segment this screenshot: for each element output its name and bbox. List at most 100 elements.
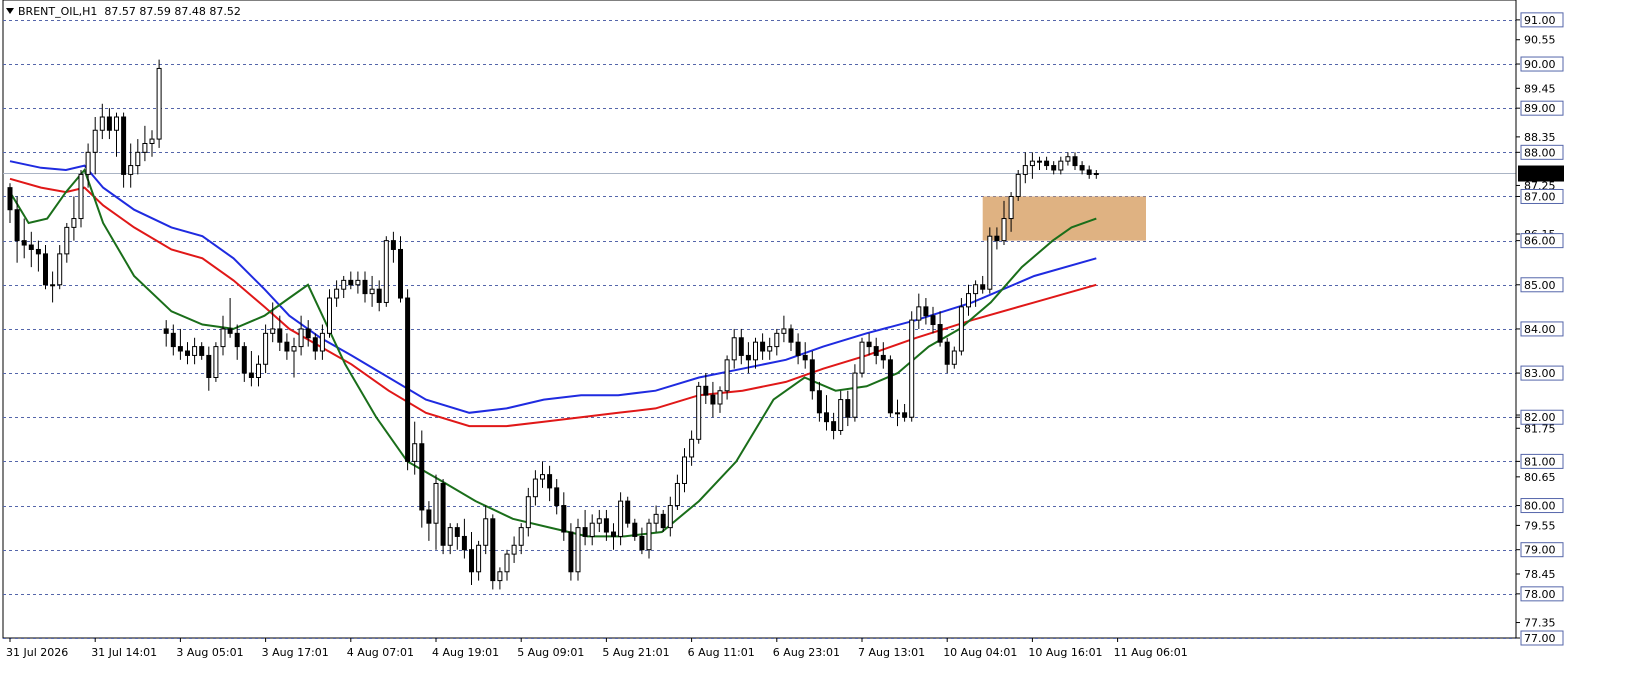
price-chart[interactable]: 91.0090.5590.0089.4589.0088.3588.0087.25… [0, 0, 1626, 686]
candle-body [639, 535, 645, 551]
candle-body [916, 306, 922, 321]
candle-body [603, 518, 609, 533]
candle-body [980, 284, 986, 290]
candle [625, 496, 631, 528]
candle-body [192, 346, 198, 356]
price-tick-label: 78.45 [1524, 568, 1556, 581]
candle [405, 289, 411, 471]
time-tick-label: 3 Aug 05:01 [176, 646, 243, 659]
candle-body [383, 240, 389, 303]
dropdown-arrow-icon[interactable] [6, 8, 14, 14]
candle-body [163, 328, 169, 334]
candle-body [319, 332, 325, 352]
candle-body [419, 443, 425, 511]
candle-body [64, 226, 70, 255]
price-tick-label: 77.35 [1524, 617, 1556, 630]
candle-body [966, 293, 971, 308]
price-tick-label: 88.00 [1524, 146, 1556, 159]
candle-body [831, 421, 837, 431]
candle [852, 364, 858, 422]
candle-body [852, 372, 858, 418]
candle-body [667, 505, 673, 529]
candle-body [1051, 165, 1057, 171]
candle-body [1044, 160, 1050, 167]
candle-body [170, 332, 176, 348]
candle-body [1037, 160, 1042, 163]
price-tick-label: 80.65 [1524, 471, 1556, 484]
time-tick-label: 10 Aug 04:01 [943, 646, 1017, 659]
time-tick-label: 11 Aug 06:01 [1114, 646, 1188, 659]
candle-body [220, 328, 226, 348]
candle-body [14, 209, 20, 242]
candle-body [78, 173, 84, 220]
candle-body [859, 341, 865, 374]
candle-body [440, 482, 446, 546]
candle-body [135, 151, 141, 167]
candle-body [433, 482, 439, 524]
candle-body [461, 535, 467, 551]
candle-body [426, 509, 432, 524]
price-tick-label: 85.00 [1524, 279, 1556, 292]
candle-body [263, 332, 269, 365]
candle-body [348, 279, 354, 286]
candle-body [511, 544, 517, 555]
candle-body [795, 341, 801, 356]
price-tick-label: 89.45 [1524, 82, 1556, 95]
candle-body [334, 288, 340, 299]
candle [213, 342, 219, 382]
candle-body [937, 324, 943, 343]
candle-body [724, 359, 730, 392]
candle-body [774, 332, 780, 348]
candle-body [454, 527, 460, 537]
price-tick-label: 81.75 [1524, 422, 1556, 435]
candle-body [646, 522, 652, 551]
chart-root: BRENT_OIL,H1 87.57 87.59 87.48 87.52 91.… [0, 0, 1626, 686]
chart-header: BRENT_OIL,H1 87.57 87.59 87.48 87.52 [6, 5, 241, 18]
candle-body [532, 478, 538, 498]
candle-body [256, 363, 261, 379]
candle-body [809, 359, 815, 392]
candle-body [497, 571, 503, 582]
candle-body [291, 346, 297, 352]
candle-body [873, 346, 879, 356]
candle [696, 381, 702, 444]
candle-body [1008, 195, 1014, 220]
candle-body [909, 319, 915, 418]
candle-body [689, 438, 695, 458]
candle-body [376, 288, 382, 303]
candle-body [476, 544, 482, 573]
candle [575, 518, 581, 581]
time-tick-label: 7 Aug 13:01 [858, 646, 925, 659]
price-tick-label: 83.00 [1524, 367, 1556, 380]
candle-body [696, 385, 702, 440]
candle-body [923, 306, 929, 317]
candle-body [206, 354, 212, 379]
candle-body [362, 279, 368, 295]
candle-body [1001, 218, 1007, 242]
candle-body [305, 328, 311, 339]
candle-body [355, 279, 361, 286]
candle-body [241, 346, 247, 374]
candle-body [973, 284, 979, 295]
time-tick-label: 4 Aug 19:01 [432, 646, 499, 659]
candle-body [114, 116, 119, 131]
price-tick-label: 86.00 [1524, 235, 1556, 248]
time-tick-label: 5 Aug 09:01 [517, 646, 584, 659]
time-tick-label: 4 Aug 07:01 [347, 646, 414, 659]
time-tick-label: 6 Aug 23:01 [773, 646, 840, 659]
candle-body [227, 328, 233, 334]
price-tick-label: 79.55 [1524, 519, 1556, 532]
candle-body [958, 306, 964, 352]
candle-body [760, 341, 766, 352]
candle-body [50, 284, 56, 287]
price-tick-label: 78.00 [1524, 588, 1556, 601]
candle-body [234, 332, 240, 348]
candle-body [866, 341, 872, 348]
candle-body [85, 151, 91, 175]
candle-body [880, 354, 886, 361]
candle-body [738, 337, 744, 356]
candle-body [490, 518, 496, 582]
candle-body [1029, 160, 1035, 167]
candle-body [731, 337, 737, 361]
candle-body [1079, 165, 1085, 171]
